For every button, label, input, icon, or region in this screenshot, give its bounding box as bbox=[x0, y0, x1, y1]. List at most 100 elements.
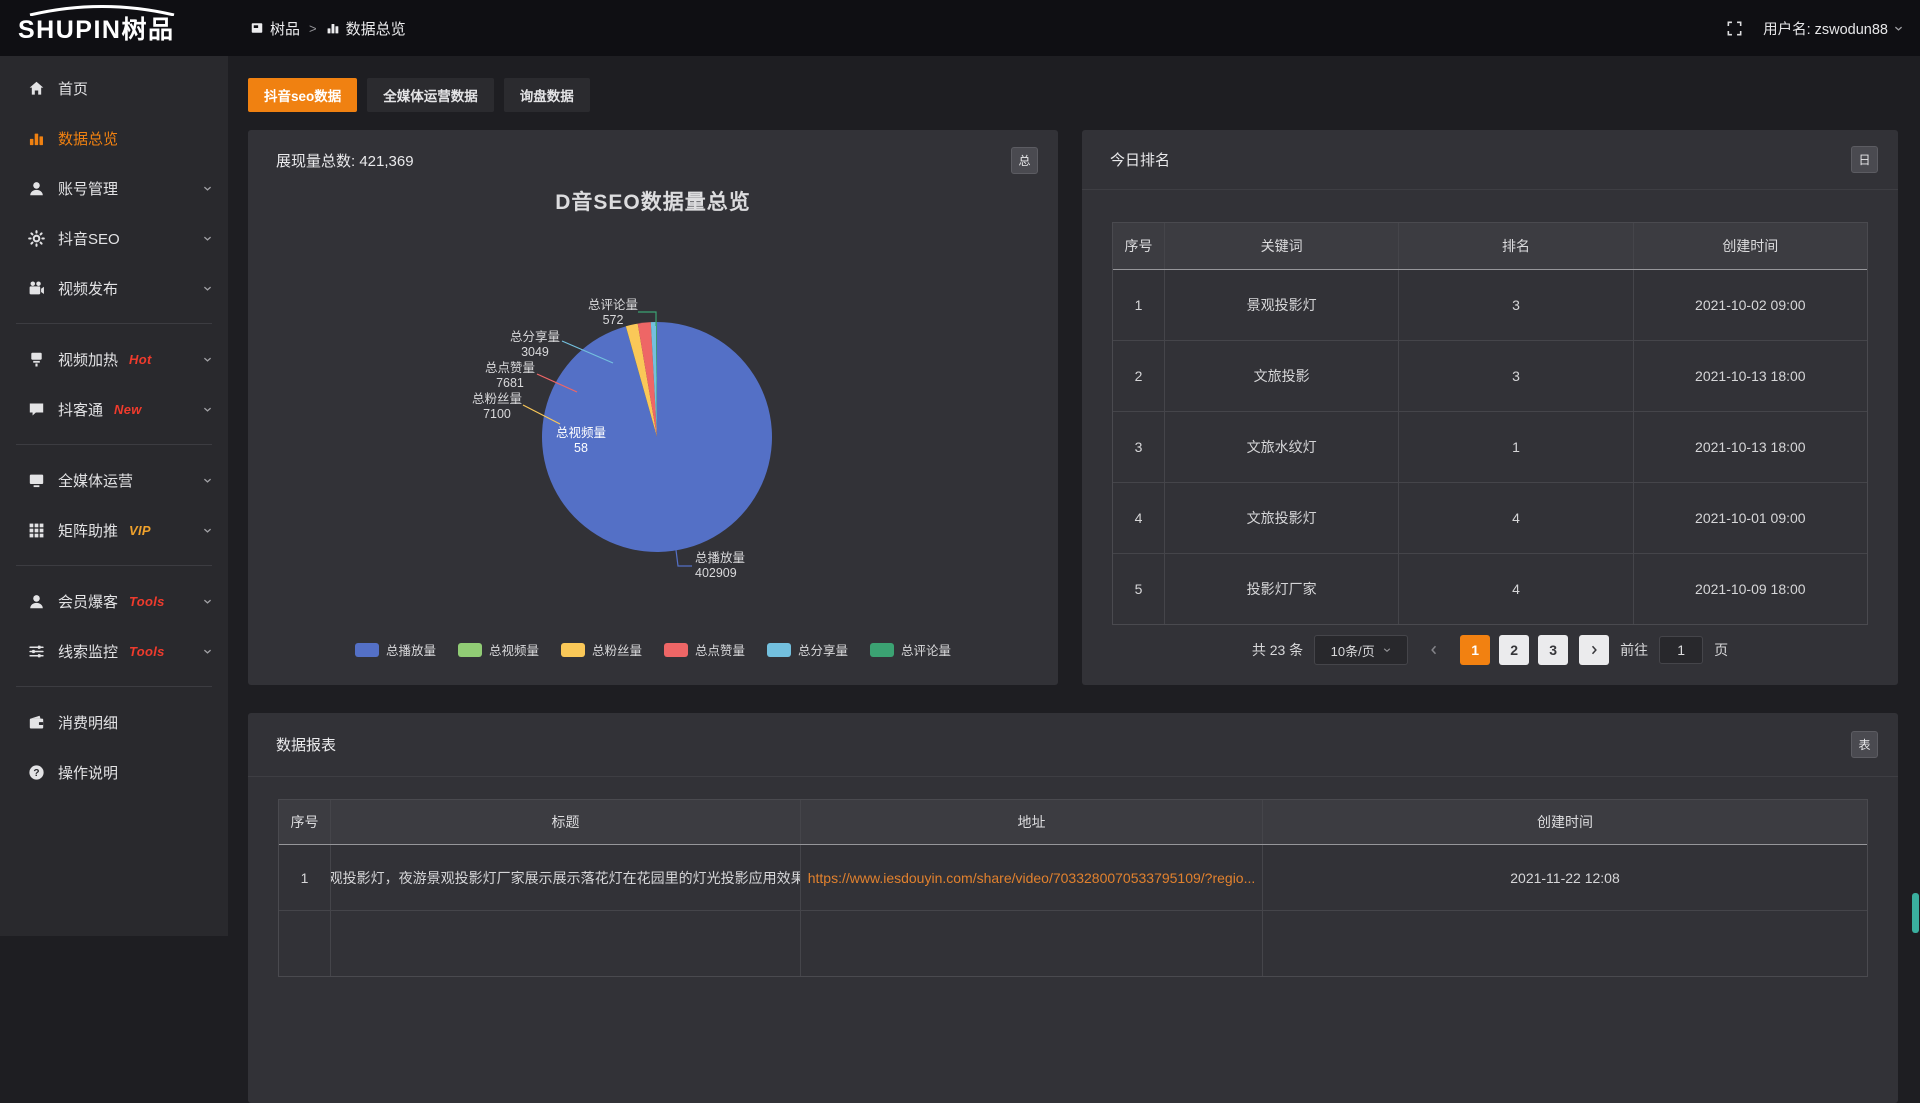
page-size-select[interactable]: 10条/页 bbox=[1314, 635, 1408, 665]
table-cell: 2021-10-13 18:00 bbox=[1634, 341, 1867, 411]
sidebar-divider bbox=[16, 323, 212, 324]
sidebar-item-会员爆客[interactable]: 会员爆客Tools bbox=[0, 576, 228, 626]
topbar: SHUPIN树品 树品 > 数据总览 用户名: zswodun88 bbox=[0, 0, 1920, 56]
prev-page-button[interactable] bbox=[1419, 635, 1449, 665]
sidebar-item-label: 矩阵助推 bbox=[58, 520, 118, 541]
legend-item-总分享量[interactable]: 总分享量 bbox=[767, 640, 848, 659]
next-page-button[interactable] bbox=[1579, 635, 1609, 665]
table-row: 4文旅投影灯42021-10-01 09:00 bbox=[1113, 483, 1867, 554]
chevron-down-icon bbox=[202, 475, 213, 486]
pie-slice-总粉丝量[interactable] bbox=[626, 324, 657, 437]
sidebar-item-label: 视频加热 bbox=[58, 349, 118, 370]
day-view-button[interactable]: 日 bbox=[1851, 146, 1878, 173]
breadcrumb-item-home[interactable]: 树品 bbox=[250, 18, 300, 39]
legend-item-总粉丝量[interactable]: 总粉丝量 bbox=[561, 640, 642, 659]
pie-label-总播放量: 总播放量402909 bbox=[695, 551, 745, 581]
legend-item-总播放量[interactable]: 总播放量 bbox=[355, 640, 436, 659]
pie-slice-总评论量[interactable] bbox=[656, 322, 657, 437]
table-cell bbox=[1263, 911, 1867, 976]
legend-item-总视频量[interactable]: 总视频量 bbox=[458, 640, 539, 659]
table-cell: 4 bbox=[1399, 483, 1633, 553]
table-cell: 2 bbox=[1113, 341, 1165, 411]
pie-label-line bbox=[562, 341, 613, 363]
pie-slice-总点赞量[interactable] bbox=[638, 322, 657, 437]
chevron-down-icon bbox=[1893, 23, 1904, 34]
report-link[interactable]: https://www.iesdouyin.com/share/video/70… bbox=[801, 845, 1263, 910]
table-body: 1景观投影灯，夜游景观投影灯厂家展示展示落花灯在花园里的灯光投影应用效果 #ht… bbox=[279, 845, 1867, 976]
pie-label-总粉丝量: 总粉丝量7100 bbox=[472, 392, 522, 422]
sidebar-item-消费明细[interactable]: 消费明细 bbox=[0, 697, 228, 747]
page-button-2[interactable]: 2 bbox=[1499, 635, 1529, 665]
report-panel-header: 数据报表 表 bbox=[248, 713, 1898, 777]
page-button-3[interactable]: 3 bbox=[1538, 635, 1568, 665]
sidebar-item-数据总览[interactable]: 数据总览 bbox=[0, 113, 228, 163]
sidebar-item-视频加热[interactable]: 视频加热Hot bbox=[0, 334, 228, 384]
user-menu[interactable]: 用户名: zswodun88 bbox=[1763, 18, 1904, 39]
legend-label: 总分享量 bbox=[798, 640, 848, 659]
logo-arc bbox=[22, 5, 182, 16]
username-label: 用户名: zswodun88 bbox=[1763, 18, 1888, 39]
table-row: 1景观投影灯，夜游景观投影灯厂家展示展示落花灯在花园里的灯光投影应用效果 #ht… bbox=[279, 845, 1867, 911]
ranking-table: 序号关键词排名创建时间1景观投影灯32021-10-02 09:002文旅投影3… bbox=[1112, 222, 1868, 625]
pie-slice-总分享量[interactable] bbox=[651, 322, 657, 437]
table-cell: 投影灯厂家 bbox=[1165, 554, 1399, 624]
pie-slice-总视频量[interactable] bbox=[626, 326, 657, 437]
breadcrumb-separator: > bbox=[309, 21, 317, 36]
page-button-1[interactable]: 1 bbox=[1460, 635, 1490, 665]
app-icon bbox=[250, 21, 264, 35]
pie-label-line bbox=[537, 374, 577, 392]
sidebar-item-账号管理[interactable]: 账号管理 bbox=[0, 163, 228, 213]
legend-item-总评论量[interactable]: 总评论量 bbox=[870, 640, 951, 659]
page-size-value: 10条/页 bbox=[1331, 641, 1375, 660]
sidebar-item-抖客通[interactable]: 抖客通New bbox=[0, 384, 228, 434]
sidebar-item-操作说明[interactable]: ? 操作说明 bbox=[0, 747, 228, 797]
table-cell: 文旅投影 bbox=[1165, 341, 1399, 411]
sidebar-item-视频发布[interactable]: 视频发布 bbox=[0, 263, 228, 313]
column-header: 排名 bbox=[1399, 223, 1633, 269]
table-cell: 文旅水纹灯 bbox=[1165, 412, 1399, 482]
tab-询盘数据[interactable]: 询盘数据 bbox=[504, 78, 590, 112]
pie-label-line bbox=[676, 550, 692, 566]
sidebar-item-label: 数据总览 bbox=[58, 128, 118, 149]
tab-抖音seo数据[interactable]: 抖音seo数据 bbox=[248, 78, 357, 112]
fullscreen-icon[interactable] bbox=[1726, 20, 1743, 37]
goto-page-input[interactable] bbox=[1659, 636, 1703, 664]
table-row: 5投影灯厂家42021-10-09 18:00 bbox=[1113, 554, 1867, 624]
app-icon bbox=[250, 21, 264, 35]
sidebar-item-矩阵助推[interactable]: 矩阵助推VIP bbox=[0, 505, 228, 555]
grid-icon bbox=[28, 522, 45, 539]
legend-label: 总评论量 bbox=[901, 640, 951, 659]
sidebar-item-badge: Tools bbox=[129, 644, 165, 659]
legend-item-总点赞量[interactable]: 总点赞量 bbox=[664, 640, 745, 659]
scrollbar[interactable] bbox=[1910, 56, 1920, 936]
table-cell: 4 bbox=[1399, 554, 1633, 624]
sidebar-item-抖音SEO[interactable]: 抖音SEO bbox=[0, 213, 228, 263]
legend-swatch bbox=[458, 643, 482, 657]
sidebar-item-首页[interactable]: 首页 bbox=[0, 63, 228, 113]
scrollbar-thumb[interactable] bbox=[1912, 893, 1919, 933]
table-cell: 文旅投影灯 bbox=[1165, 483, 1399, 553]
chevron-left-icon bbox=[1428, 644, 1440, 656]
table-row bbox=[279, 911, 1867, 976]
table-cell: 2021-11-22 12:08 bbox=[1263, 845, 1867, 910]
video-icon bbox=[28, 280, 45, 297]
sidebar-item-label: 首页 bbox=[58, 78, 88, 99]
breadcrumb-item-current[interactable]: 数据总览 bbox=[326, 18, 406, 39]
legend-swatch bbox=[767, 643, 791, 657]
chart-icon bbox=[326, 21, 340, 35]
sidebar-item-线索监控[interactable]: 线索监控Tools bbox=[0, 626, 228, 676]
table-cell bbox=[801, 911, 1263, 976]
pie-label-总视频量: 总视频量58 bbox=[549, 426, 613, 456]
sidebar-item-label: 操作说明 bbox=[58, 762, 118, 783]
pie-slice-总播放量[interactable] bbox=[542, 322, 772, 552]
table-cell: 景观投影灯 bbox=[1165, 270, 1399, 340]
legend-swatch bbox=[870, 643, 894, 657]
table-view-button[interactable]: 表 bbox=[1851, 731, 1878, 758]
overview-panel-header: 展现量总数: 421,369 总 bbox=[248, 130, 1058, 190]
chevron-down-icon bbox=[202, 404, 213, 415]
sidebar-item-全媒体运营[interactable]: 全媒体运营 bbox=[0, 455, 228, 505]
svg-text:?: ? bbox=[33, 768, 39, 779]
total-view-button[interactable]: 总 bbox=[1011, 147, 1038, 174]
column-header: 序号 bbox=[279, 800, 331, 844]
tab-全媒体运营数据[interactable]: 全媒体运营数据 bbox=[367, 78, 494, 112]
